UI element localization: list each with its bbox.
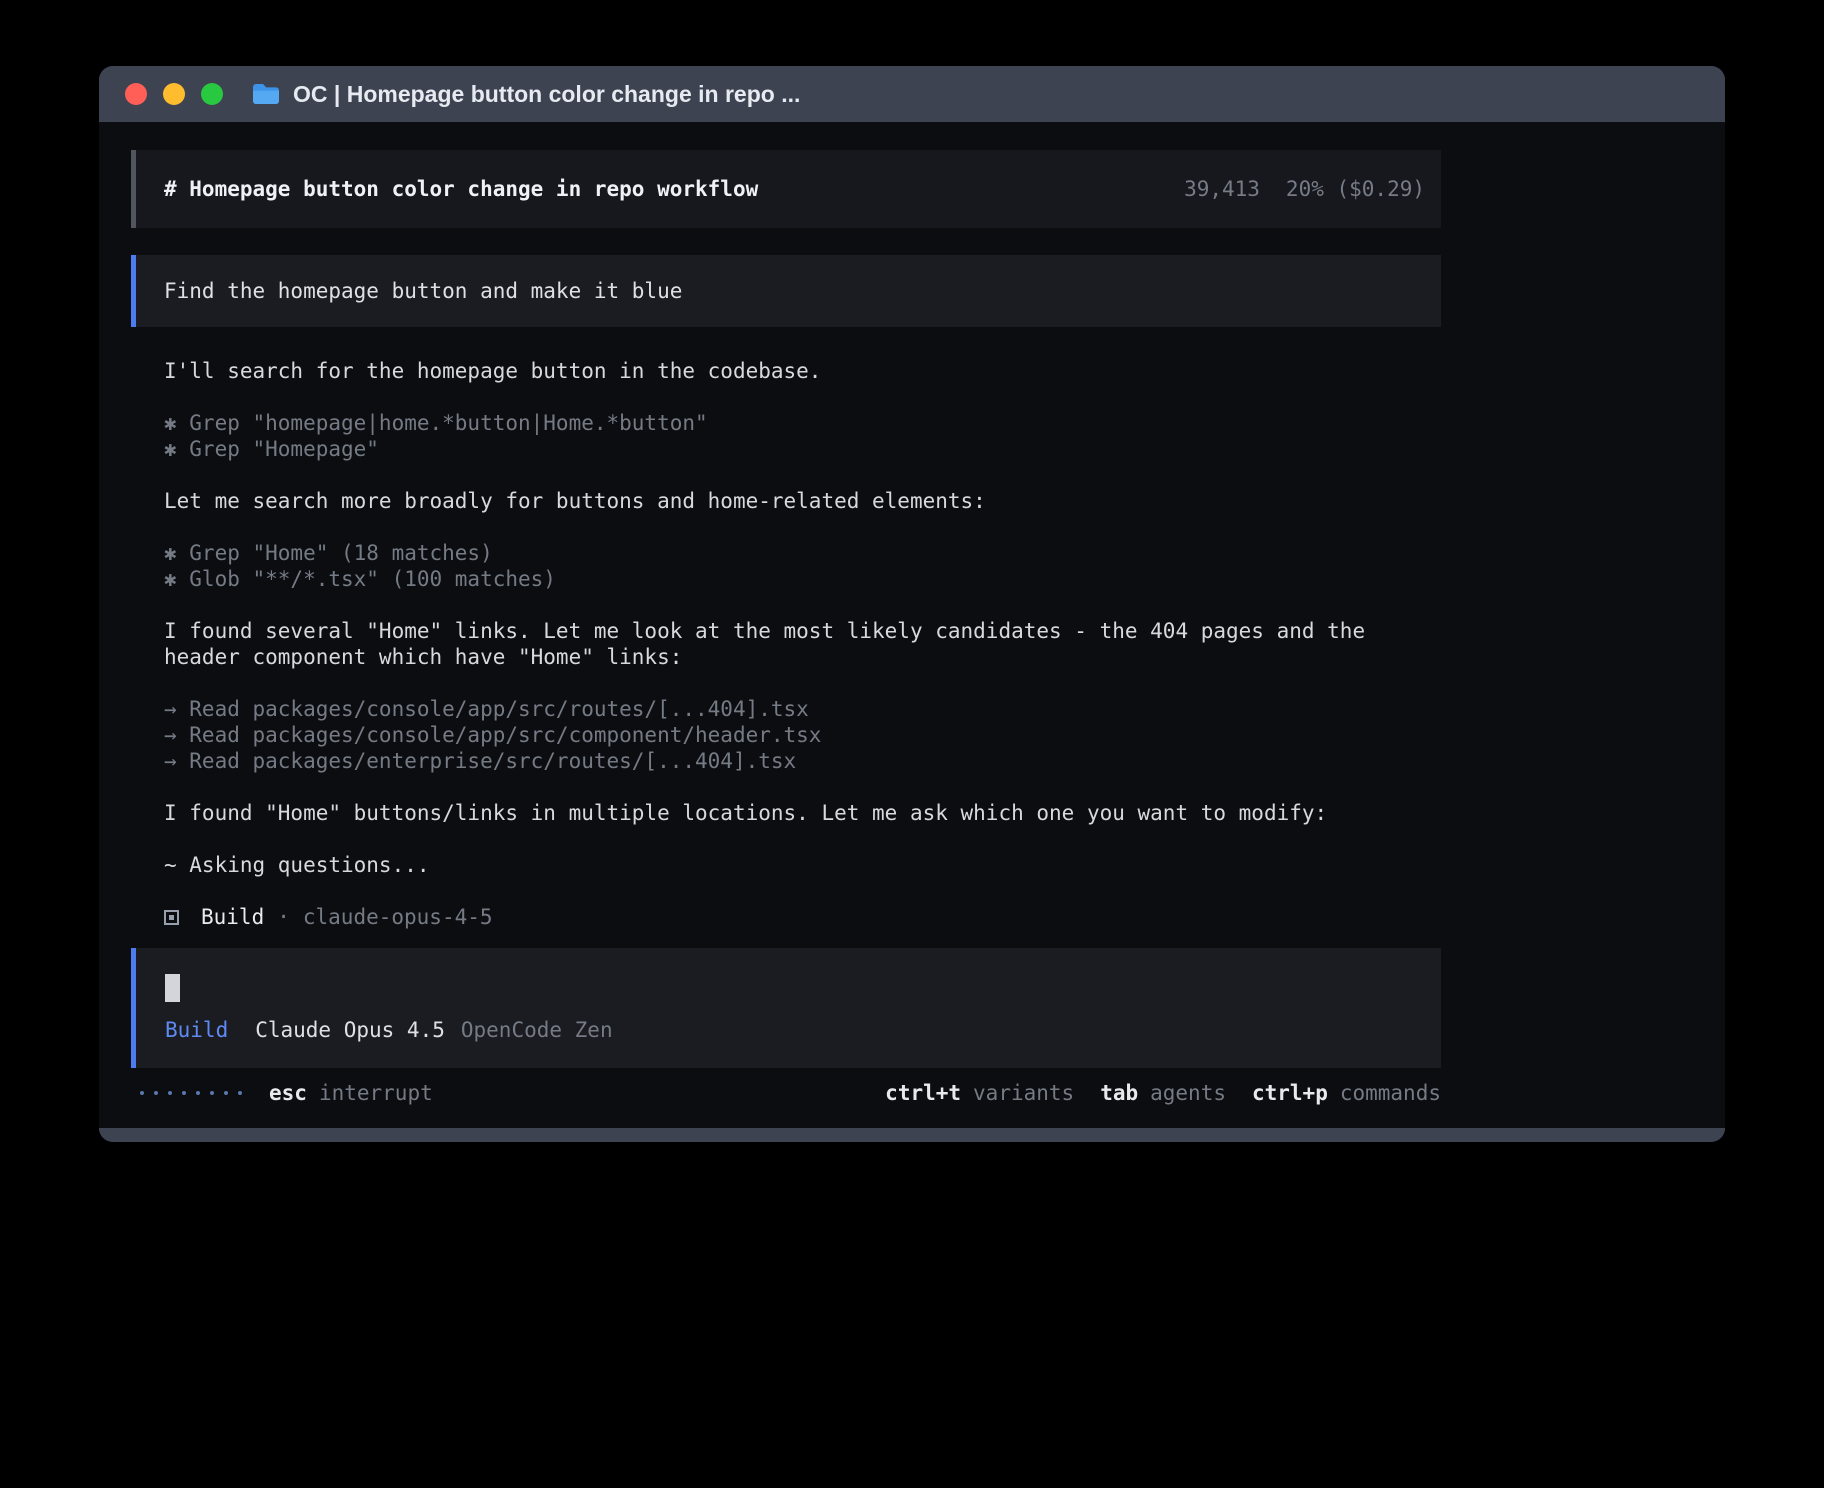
shortcut-variants: ctrl+t variants [885,1081,1074,1105]
spacer [164,774,1441,800]
assistant-text: I'll search for the homepage button in t… [164,358,1441,384]
separator-dot: · [277,904,290,930]
title-group: OC | Homepage button color change in rep… [251,81,800,108]
provider-label: OpenCode Zen [461,1018,613,1042]
tool-call-read: → Read packages/console/app/src/routes/[… [164,696,1441,722]
agent-model: claude-opus-4-5 [303,904,493,930]
spacer [164,462,1441,488]
shortcut-label: agents [1150,1081,1226,1105]
user-message-text: Find the homepage button and make it blu… [164,279,682,303]
spacer [164,384,1441,410]
agent-status-line: Build · claude-opus-4-5 [164,904,1441,930]
tool-call-read: → Read packages/console/app/src/componen… [164,722,1441,748]
text-cursor [165,974,180,1002]
traffic-lights [125,83,223,105]
conversation: I'll search for the homepage button in t… [131,358,1441,930]
assistant-text: I found several "Home" links. Let me loo… [164,618,1441,670]
shortcut-label: commands [1340,1081,1441,1105]
content-column: # Homepage button color change in repo w… [131,150,1441,1106]
shortcut-label: variants [973,1081,1074,1105]
esc-label: interrupt [319,1081,433,1105]
esc-key: esc [269,1081,307,1105]
session-title: # Homepage button color change in repo w… [164,177,758,201]
spacer [164,592,1441,618]
session-stats: 39,413 20% ($0.29) [1184,177,1425,201]
tool-call-grep: ✱ Grep "homepage|home.*button|Home.*butt… [164,410,1441,436]
window-title: OC | Homepage button color change in rep… [293,81,800,108]
context-cost: 20% ($0.29) [1286,177,1425,201]
window-bottom-edge [99,1128,1725,1142]
status-bar: esc interrupt ctrl+t variants tab agents… [131,1080,1441,1106]
zoom-button[interactable] [201,83,223,105]
tool-call-glob: ✱ Glob "**/*.tsx" (100 matches) [164,566,1441,592]
titlebar[interactable]: OC | Homepage button color change in rep… [99,66,1725,122]
spacer [164,826,1441,852]
spacer [164,670,1441,696]
tool-call-read: → Read packages/enterprise/src/routes/[.… [164,748,1441,774]
assistant-text: Let me search more broadly for buttons a… [164,488,1441,514]
token-count: 39,413 [1184,177,1260,201]
terminal-view: # Homepage button color change in repo w… [99,122,1725,1128]
input-footer: Build Claude Opus 4.5 OpenCode Zen [165,1018,1441,1042]
spinner-dots-icon [140,1091,242,1095]
session-header: # Homepage button color change in repo w… [131,150,1441,228]
app-window: OC | Homepage button color change in rep… [99,66,1725,1142]
shortcut-agents: tab agents [1100,1081,1226,1105]
spacer [164,514,1441,540]
prompt-input[interactable]: Build Claude Opus 4.5 OpenCode Zen [131,948,1441,1068]
assistant-status: ~ Asking questions... [164,852,1441,878]
assistant-text: I found "Home" buttons/links in multiple… [164,800,1441,826]
shortcut-key: ctrl+t [885,1081,961,1105]
shortcut-hints: ctrl+t variants tab agents ctrl+p comman… [885,1081,1441,1105]
tool-call-grep: ✱ Grep "Home" (18 matches) [164,540,1441,566]
esc-shortcut: esc interrupt [269,1081,433,1105]
minimize-button[interactable] [163,83,185,105]
tool-call-grep: ✱ Grep "Homepage" [164,436,1441,462]
shortcut-key: ctrl+p [1252,1081,1328,1105]
agent-name: Build [201,904,264,930]
user-message: Find the homepage button and make it blu… [131,255,1441,327]
agent-task-icon [164,910,179,925]
shortcut-commands: ctrl+p commands [1252,1081,1441,1105]
model-label: Claude Opus 4.5 [255,1018,445,1042]
folder-icon [251,82,281,106]
spacer [164,878,1441,904]
agent-mode-label: Build [165,1018,228,1042]
shortcut-key: tab [1100,1081,1138,1105]
close-button[interactable] [125,83,147,105]
